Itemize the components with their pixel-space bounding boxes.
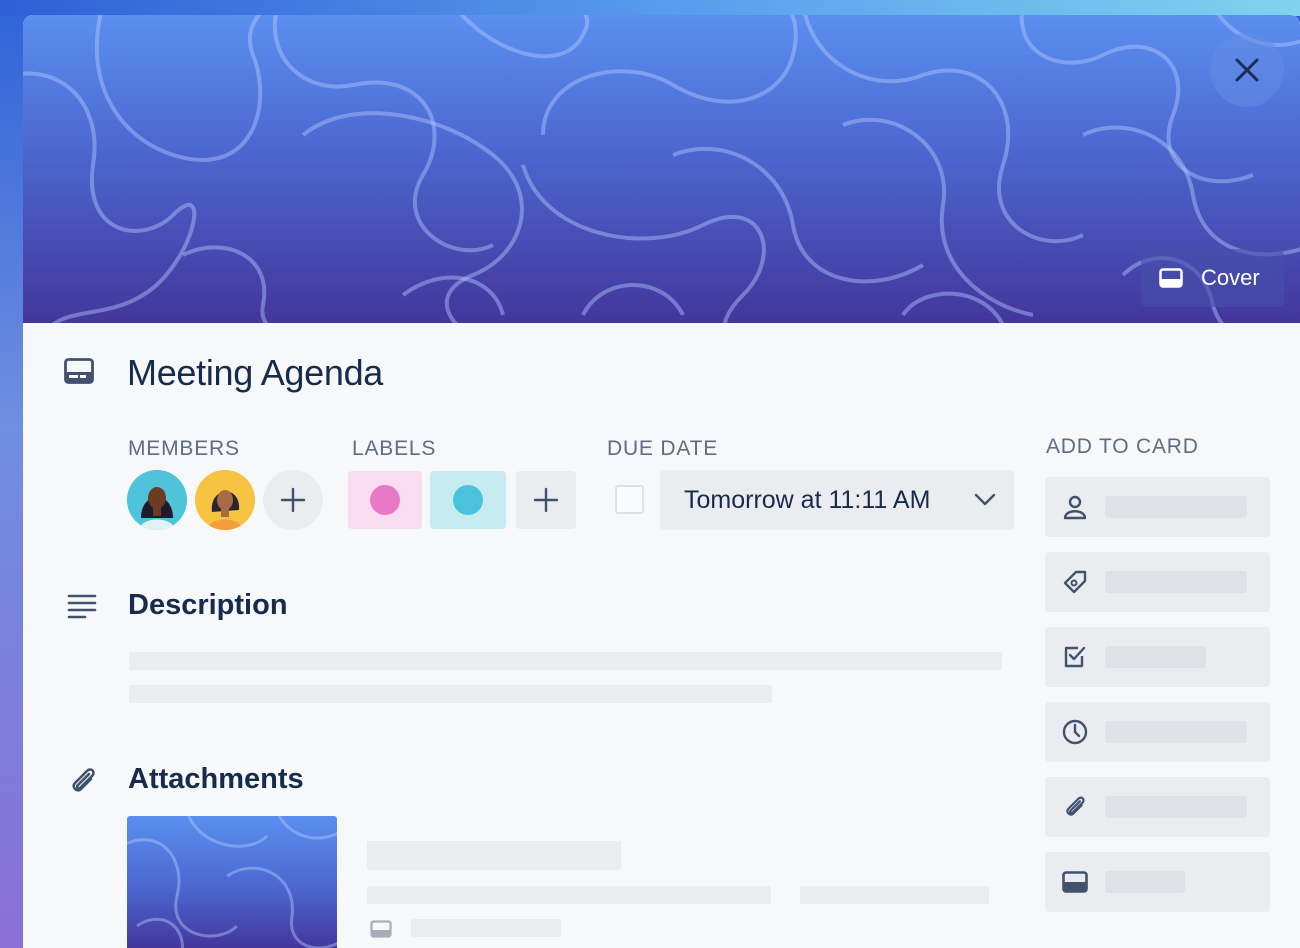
clock-icon — [1061, 718, 1089, 746]
card-title[interactable]: Meeting Agenda — [127, 352, 383, 394]
due-date-dropdown[interactable]: Tomorrow at 11:11 AM — [660, 470, 1014, 530]
description-title: Description — [128, 589, 288, 621]
side-button-label-placeholder — [1105, 796, 1247, 818]
attachment-meta-placeholder — [367, 886, 771, 904]
member-avatar-1[interactable] — [127, 470, 187, 530]
due-date-value: Tomorrow at 11:11 AM — [684, 485, 931, 514]
due-date-label: DUE DATE — [607, 437, 719, 460]
close-button[interactable] — [1210, 33, 1284, 107]
add-label-button[interactable] — [516, 471, 576, 529]
cover-pattern — [23, 15, 1300, 323]
add-due-date-button[interactable] — [1045, 702, 1270, 762]
side-button-label-placeholder — [1105, 496, 1247, 518]
add-members-button[interactable] — [1045, 477, 1270, 537]
side-button-label-placeholder — [1105, 646, 1206, 668]
add-labels-button[interactable] — [1045, 552, 1270, 612]
due-date-complete-checkbox[interactable] — [615, 485, 644, 514]
card-icon — [64, 358, 94, 389]
labels-label: LABELS — [352, 437, 437, 460]
card-cover-icon — [1159, 268, 1183, 288]
cover-button-label: Cover — [1201, 265, 1260, 290]
checklist-icon — [1061, 643, 1089, 671]
paperclip-icon — [1061, 793, 1089, 821]
side-button-label-placeholder — [1105, 871, 1185, 893]
add-attachment-button[interactable] — [1045, 777, 1270, 837]
description-icon — [67, 593, 97, 624]
attachment-action-placeholder[interactable] — [800, 886, 989, 904]
cover-pattern — [127, 816, 337, 948]
plus-icon — [280, 487, 306, 513]
side-button-label-placeholder — [1105, 721, 1247, 743]
members-label: MEMBERS — [128, 437, 240, 460]
label-chip-cyan[interactable] — [430, 471, 506, 529]
add-cover-button[interactable] — [1045, 852, 1270, 912]
add-checklist-button[interactable] — [1045, 627, 1270, 687]
cover-button[interactable]: Cover — [1141, 249, 1284, 307]
label-color-dot — [453, 485, 483, 515]
window-top-strip — [0, 0, 1300, 16]
avatar-illustration-icon — [195, 470, 255, 530]
make-cover-placeholder[interactable] — [411, 919, 561, 937]
attachment-name-placeholder[interactable] — [367, 841, 621, 870]
chevron-down-icon — [974, 493, 996, 507]
member-avatar-2[interactable] — [195, 470, 255, 530]
card-detail-modal: Cover Meeting Agenda MEMBERS LABELS DUE … — [23, 15, 1300, 948]
attachment-thumbnail[interactable] — [127, 816, 337, 948]
add-to-card-label: ADD TO CARD — [1046, 435, 1199, 458]
add-member-button[interactable] — [263, 470, 323, 530]
label-chip-pink[interactable] — [348, 471, 422, 529]
paperclip-icon — [67, 765, 99, 802]
card-cover-icon — [370, 920, 392, 943]
card-cover-icon — [1061, 868, 1089, 896]
card-cover: Cover — [23, 15, 1300, 323]
side-button-label-placeholder — [1105, 571, 1247, 593]
person-icon — [1061, 493, 1089, 521]
attachments-title: Attachments — [128, 763, 304, 795]
tag-icon — [1061, 568, 1089, 596]
label-color-dot — [370, 485, 400, 515]
close-icon — [1235, 58, 1259, 82]
description-placeholder-line[interactable] — [129, 652, 1002, 670]
description-placeholder-line[interactable] — [129, 685, 772, 703]
avatar-illustration-icon — [127, 470, 187, 530]
plus-icon — [533, 487, 559, 513]
